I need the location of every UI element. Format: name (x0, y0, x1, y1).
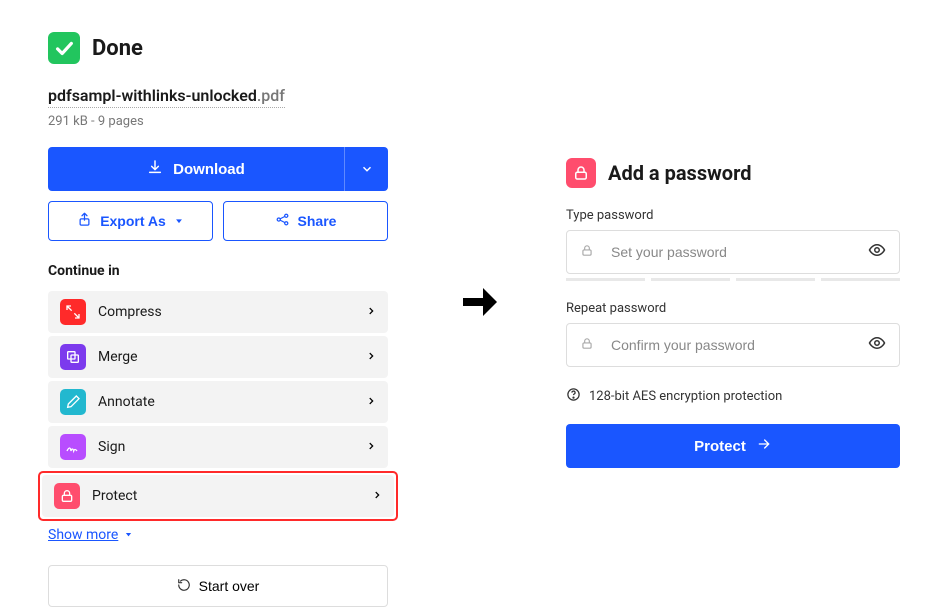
filename-ext: .pdf (257, 86, 285, 105)
restart-icon (177, 578, 191, 595)
arrow-right-icon (455, 278, 503, 330)
download-dropdown[interactable] (344, 147, 388, 191)
start-over-label: Start over (199, 578, 260, 594)
protect-highlight: Protect (38, 471, 398, 521)
caret-down-icon (174, 213, 184, 229)
tool-label: Annotate (98, 394, 366, 410)
password-input[interactable] (566, 230, 900, 274)
chevron-right-icon (372, 487, 382, 506)
share-label: Share (298, 213, 337, 229)
show-more-label: Show more (48, 527, 118, 543)
checkmark-icon (48, 32, 80, 64)
eye-icon[interactable] (868, 334, 886, 356)
continue-label: Continue in (48, 263, 388, 279)
done-label: Done (92, 36, 143, 61)
tool-protect[interactable]: Protect (42, 475, 394, 517)
merge-icon (60, 344, 86, 370)
share-icon (275, 212, 290, 230)
eye-icon[interactable] (868, 241, 886, 263)
file-meta: 291 kB - 9 pages (48, 114, 388, 129)
tool-compress[interactable]: Compress (48, 291, 388, 333)
export-button[interactable]: Export As (48, 201, 213, 241)
password-strength-bar (566, 278, 900, 281)
panel-title: Add a password (608, 161, 751, 185)
repeat-password-label: Repeat password (566, 301, 900, 316)
tool-annotate[interactable]: Annotate (48, 381, 388, 423)
tool-label: Merge (98, 349, 366, 365)
tool-merge[interactable]: Merge (48, 336, 388, 378)
start-over-button[interactable]: Start over (48, 565, 388, 607)
filename[interactable]: pdfsampl-withlinks-unlocked.pdf (48, 86, 388, 108)
chevron-right-icon (366, 303, 376, 322)
chevron-right-icon (366, 348, 376, 367)
chevron-right-icon (366, 393, 376, 412)
confirm-password-input[interactable] (566, 323, 900, 367)
lock-icon (580, 243, 594, 262)
filename-base: pdfsampl-withlinks-unlocked (48, 86, 257, 105)
export-icon (77, 212, 92, 230)
encryption-info-text: 128-bit AES encryption protection (589, 389, 782, 404)
arrow-right-icon (756, 436, 772, 456)
caret-down-icon (124, 527, 133, 543)
lock-icon (580, 336, 594, 355)
protect-button[interactable]: Protect (566, 424, 900, 468)
tool-label: Protect (92, 488, 372, 504)
annotate-icon (60, 389, 86, 415)
sign-icon (60, 434, 86, 460)
tool-label: Sign (98, 439, 366, 455)
share-button[interactable]: Share (223, 201, 388, 241)
type-password-label: Type password (566, 208, 900, 223)
encryption-info: 128-bit AES encryption protection (566, 387, 900, 406)
show-more-link[interactable]: Show more (48, 527, 133, 543)
download-icon (147, 159, 163, 179)
compress-icon (60, 299, 86, 325)
done-banner: Done (48, 32, 388, 64)
protect-icon (54, 483, 80, 509)
help-icon[interactable] (566, 387, 581, 406)
download-label: Download (173, 161, 245, 178)
panel-header: Add a password (566, 158, 900, 188)
lock-icon (566, 158, 596, 188)
tool-label: Compress (98, 304, 366, 320)
export-label: Export As (100, 213, 166, 229)
chevron-right-icon (366, 438, 376, 457)
tool-sign[interactable]: Sign (48, 426, 388, 468)
protect-button-label: Protect (694, 438, 746, 455)
download-button[interactable]: Download (48, 147, 344, 191)
